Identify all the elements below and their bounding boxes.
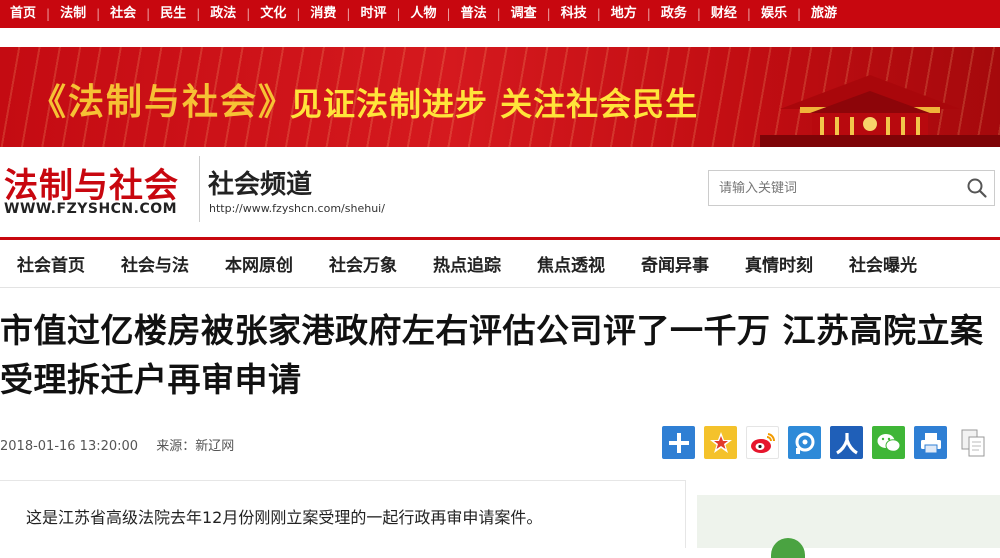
site-logo-title[interactable]: 法制与社会 (4, 158, 179, 207)
weibo-icon[interactable] (746, 426, 779, 459)
topnav-item-travel[interactable]: 旅游 (801, 0, 847, 28)
site-logo-url[interactable]: WWW.FZYSHCN.COM (4, 201, 177, 217)
site-header: 法制与社会 WWW.FZYSHCN.COM 社会频道 http://www.fz… (0, 150, 1000, 236)
qzone-icon[interactable] (704, 426, 737, 459)
search-input[interactable] (709, 180, 960, 196)
topnav-item-law[interactable]: 法制 (50, 0, 96, 28)
topnav-separator: | (396, 7, 401, 21)
topnav-separator: | (46, 7, 51, 21)
banner-brand-title: 《法制与社会》 (30, 81, 297, 123)
tencent-weibo-icon[interactable] (788, 426, 821, 459)
subnav-item-oddities[interactable]: 奇闻异事 (641, 251, 709, 276)
topnav-separator: | (346, 7, 351, 21)
subnav-item-original[interactable]: 本网原创 (225, 251, 293, 276)
topnav-separator: | (596, 7, 601, 21)
topnav-item-local[interactable]: 地方 (601, 0, 647, 28)
topnav-item-politics-law[interactable]: 政法 (200, 0, 246, 28)
topnav-item-investigation[interactable]: 调查 (501, 0, 547, 28)
topnav-item-livelihood[interactable]: 民生 (150, 0, 196, 28)
topnav-item-finance[interactable]: 财经 (701, 0, 747, 28)
topnav-separator: | (546, 7, 551, 21)
content-divider (0, 480, 685, 481)
channel-title: 社会频道 (208, 170, 313, 200)
plus-share-icon[interactable] (662, 426, 695, 459)
article-meta: 2018-01-16 13:20:00 来源：新辽网 (0, 435, 234, 454)
subnav-item-society-panorama[interactable]: 社会万象 (329, 251, 397, 276)
share-bar (662, 426, 989, 459)
top-nav-bar: 首页 | 法制 | 社会 | 民生 | 政法 | 文化 | 消费 | 时评 | 人物 | 普法 | … (0, 0, 1000, 28)
topnav-separator: | (646, 7, 651, 21)
wechat-icon[interactable] (872, 426, 905, 459)
subnav-item-society-home[interactable]: 社会首页 (17, 251, 85, 276)
article-date: 2018-01-16 13:20:00 (0, 439, 139, 454)
article-lead-paragraph: 这是江苏省高级法院去年12月份刚刚立案受理的一起行政再审申请案件。 (26, 508, 543, 527)
topnav-item-technology[interactable]: 科技 (551, 0, 597, 28)
topnav-separator: | (796, 7, 801, 21)
search-button[interactable] (960, 171, 994, 205)
search-box (708, 170, 995, 206)
banner-ad[interactable]: 《法制与社会》 见证法制进步 关注社会民生 (0, 47, 1000, 147)
copy-icon[interactable] (956, 426, 989, 459)
sidebar-card (697, 495, 1000, 558)
topnav-separator: | (746, 7, 751, 21)
article-source: 来源：新辽网 (156, 439, 235, 454)
tiananmen-gate-illustration (760, 75, 1000, 147)
banner-slogan: 见证法制进步 关注社会民生 (290, 85, 699, 123)
subnav-item-focus[interactable]: 焦点透视 (537, 251, 605, 276)
subnav-item-exposure[interactable]: 社会曝光 (849, 251, 917, 276)
topnav-separator: | (196, 7, 201, 21)
channel-url[interactable]: http://www.fzyshcn.com/shehui/ (209, 202, 385, 215)
subnav-item-society-and-law[interactable]: 社会与法 (121, 251, 189, 276)
topnav-separator: | (146, 7, 151, 21)
topnav-item-consumer[interactable]: 消费 (300, 0, 346, 28)
subnav-item-true-moments[interactable]: 真情时刻 (745, 251, 813, 276)
topnav-item-society[interactable]: 社会 (100, 0, 146, 28)
article-title: 市值过亿楼房被张家港政府左右评估公司评了一千万 江苏高院立案受理拆迁户再审申请 (0, 311, 984, 399)
topnav-item-culture[interactable]: 文化 (250, 0, 296, 28)
topnav-separator: | (296, 7, 301, 21)
topnav-item-entertainment[interactable]: 娱乐 (751, 0, 797, 28)
topnav-separator: | (246, 7, 251, 21)
topnav-separator: | (496, 7, 501, 21)
sidebar-card-graphic (771, 538, 805, 558)
topnav-separator: | (96, 7, 101, 21)
topnav-item-commentary[interactable]: 时评 (350, 0, 396, 28)
topnav-item-legal-education[interactable]: 普法 (451, 0, 497, 28)
topnav-item-people[interactable]: 人物 (401, 0, 447, 28)
channel-sub-nav: 社会首页 社会与法 本网原创 社会万象 热点追踪 焦点透视 奇闻异事 真情时刻 … (0, 240, 1000, 288)
renren-icon[interactable] (830, 426, 863, 459)
column-divider (685, 480, 686, 548)
topnav-item-home[interactable]: 首页 (0, 0, 46, 28)
topnav-separator: | (446, 7, 451, 21)
subnav-item-hot-tracking[interactable]: 热点追踪 (433, 251, 501, 276)
search-icon (967, 178, 987, 198)
print-icon[interactable] (914, 426, 947, 459)
topnav-item-government[interactable]: 政务 (651, 0, 697, 28)
logo-divider (199, 156, 200, 222)
topnav-separator: | (696, 7, 701, 21)
